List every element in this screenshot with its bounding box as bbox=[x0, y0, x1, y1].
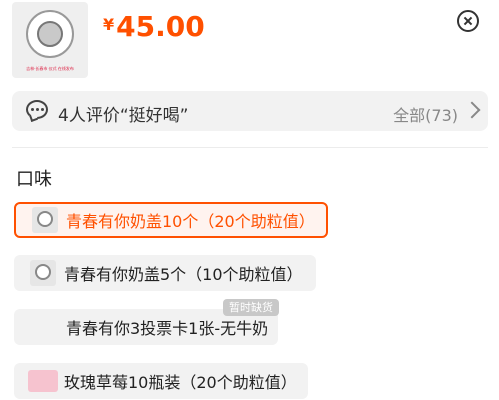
option-thumbnail bbox=[30, 260, 56, 286]
option-label: 青春有你3投票卡1张-无牛奶 bbox=[66, 319, 269, 338]
option-label: 玫瑰草莓10瓶装（20个助粒值） bbox=[64, 373, 297, 392]
chevron-right-icon[interactable] bbox=[463, 101, 481, 119]
price-value: 45.00 bbox=[116, 10, 205, 43]
plate-image bbox=[26, 10, 74, 58]
thumbnail-caption: 吉林·长春市 仪式 在线发布 bbox=[26, 66, 74, 71]
review-summary-bar[interactable]: 4人评价“挺好喝” 全部(73) bbox=[12, 91, 488, 131]
close-icon[interactable] bbox=[457, 10, 479, 32]
spec-option-4[interactable]: 玫瑰草莓10瓶装（20个助粒值） bbox=[14, 363, 308, 399]
option-thumbnail bbox=[28, 370, 58, 392]
review-summary-text: 4人评价“挺好喝” bbox=[58, 106, 189, 126]
out-of-stock-badge: 暂时缺货 bbox=[223, 299, 279, 316]
option-label: 青春有你奶盖10个（20个助粒值） bbox=[66, 212, 315, 231]
spec-option-2[interactable]: 青春有你奶盖5个（10个助粒值） bbox=[14, 255, 316, 291]
option-label: 青春有你奶盖5个（10个助粒值） bbox=[64, 265, 303, 284]
divider bbox=[12, 147, 488, 148]
price: ¥45.00 bbox=[103, 10, 205, 43]
review-all-link[interactable]: 全部(73) bbox=[393, 102, 458, 126]
comment-bubble-icon bbox=[26, 100, 48, 119]
product-thumbnail[interactable]: 吉林·长春市 仪式 在线发布 bbox=[12, 2, 88, 78]
option-thumbnail bbox=[32, 207, 58, 233]
spec-option-1[interactable]: 青春有你奶盖10个（20个助粒值） bbox=[14, 202, 328, 238]
spec-title: 口味 bbox=[16, 169, 52, 190]
currency-symbol: ¥ bbox=[103, 15, 115, 34]
